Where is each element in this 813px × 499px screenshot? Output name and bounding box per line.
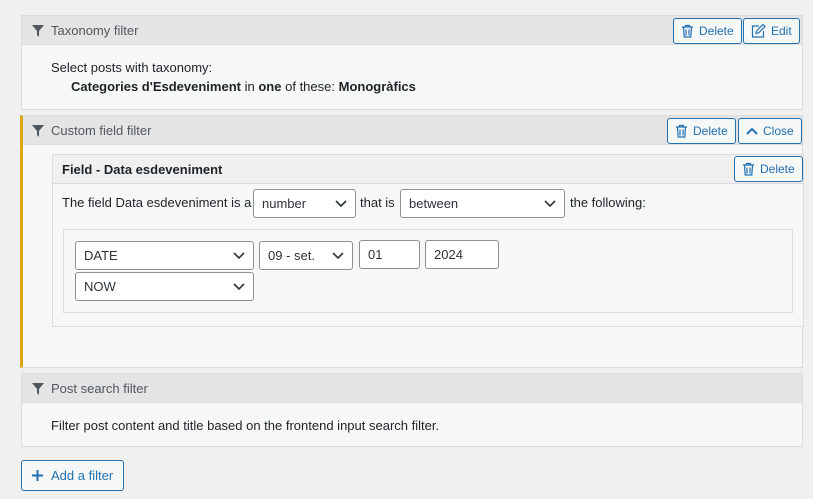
custom-field-filter-header: Custom field filter Delete Close (23, 116, 802, 145)
chevron-down-icon (233, 283, 245, 291)
chevron-down-icon (544, 200, 556, 208)
taxonomy-delete-label: Delete (699, 24, 734, 38)
custom-field-delete-button[interactable]: Delete (667, 118, 736, 144)
custom-field-delete-label: Delete (693, 124, 728, 138)
taxonomy-edit-button[interactable]: Edit (743, 18, 800, 44)
month-select[interactable]: 09 - set. (259, 241, 353, 270)
taxonomy-match: one (258, 79, 282, 94)
field-type-select[interactable]: number (253, 189, 356, 218)
field-operator-select[interactable]: between (400, 189, 565, 218)
second-value-select[interactable]: NOW (75, 272, 254, 301)
trash-icon (743, 162, 754, 176)
funnel-icon (32, 25, 44, 37)
chevron-down-icon (332, 252, 344, 260)
field-panel: Field - Data esdeveniment Delete The fie… (52, 154, 804, 327)
custom-field-close-label: Close (763, 124, 794, 138)
chevron-down-icon (233, 252, 245, 260)
taxonomy-filter-panel: Taxonomy filter Delete Edit Select posts… (21, 15, 803, 110)
date-type-value: DATE (84, 248, 118, 263)
field-type-value: number (262, 196, 307, 211)
funnel-icon (32, 383, 44, 395)
taxonomy-terms: Monogràfics (338, 79, 416, 94)
add-filter-label: Add a filter (51, 468, 114, 483)
field-sentence-start: The field Data esdeveniment is a (62, 195, 252, 210)
taxonomy-in-text: in (244, 79, 255, 94)
year-value: 2024 (434, 247, 463, 262)
chevron-down-icon (335, 200, 347, 208)
post-search-filter-title: Post search filter (51, 381, 148, 396)
year-input[interactable]: 2024 (425, 240, 499, 269)
taxonomy-filter-header: Taxonomy filter Delete Edit (22, 16, 802, 45)
taxonomy-of-these: of these: (285, 79, 335, 94)
field-delete-label: Delete (760, 162, 795, 176)
field-operator-value: between (409, 196, 459, 211)
taxonomy-condition: Categories d'Esdeveniment in one of thes… (71, 79, 416, 94)
taxonomy-name: Categories d'Esdeveniment (71, 79, 241, 94)
taxonomy-line1: Select posts with taxonomy: (51, 60, 213, 75)
post-search-filter-header: Post search filter (22, 374, 802, 403)
second-value: NOW (84, 279, 116, 294)
chevron-up-icon (746, 127, 758, 135)
trash-icon (676, 124, 687, 138)
field-that-is: that is (360, 195, 395, 210)
date-type-select[interactable]: DATE (75, 241, 254, 270)
trash-icon (682, 24, 693, 38)
month-value: 09 - set. (268, 248, 315, 263)
funnel-icon (32, 125, 44, 137)
field-title: Field - Data esdeveniment (62, 162, 223, 177)
taxonomy-filter-title: Taxonomy filter (51, 23, 139, 38)
custom-field-filter-title: Custom field filter (51, 123, 152, 138)
taxonomy-edit-label: Edit (771, 24, 792, 38)
post-search-filter-panel: Post search filter Filter post content a… (21, 373, 803, 447)
field-delete-button[interactable]: Delete (734, 156, 803, 182)
post-search-description: Filter post content and title based on t… (51, 418, 440, 433)
field-the-following: the following: (570, 195, 646, 210)
day-input[interactable]: 01 (359, 240, 420, 269)
custom-field-filter-panel: Custom field filter Delete Close Field -… (20, 115, 804, 368)
edit-icon (751, 24, 766, 38)
add-filter-button[interactable]: Add a filter (21, 460, 125, 491)
field-panel-header: Field - Data esdeveniment Delete (53, 155, 803, 184)
day-value: 01 (368, 247, 383, 262)
field-values-box: DATE 09 - set. 01 2024 NOW (63, 229, 793, 313)
plus-icon (32, 470, 43, 481)
taxonomy-delete-button[interactable]: Delete (673, 18, 742, 44)
custom-field-close-button[interactable]: Close (738, 118, 802, 144)
